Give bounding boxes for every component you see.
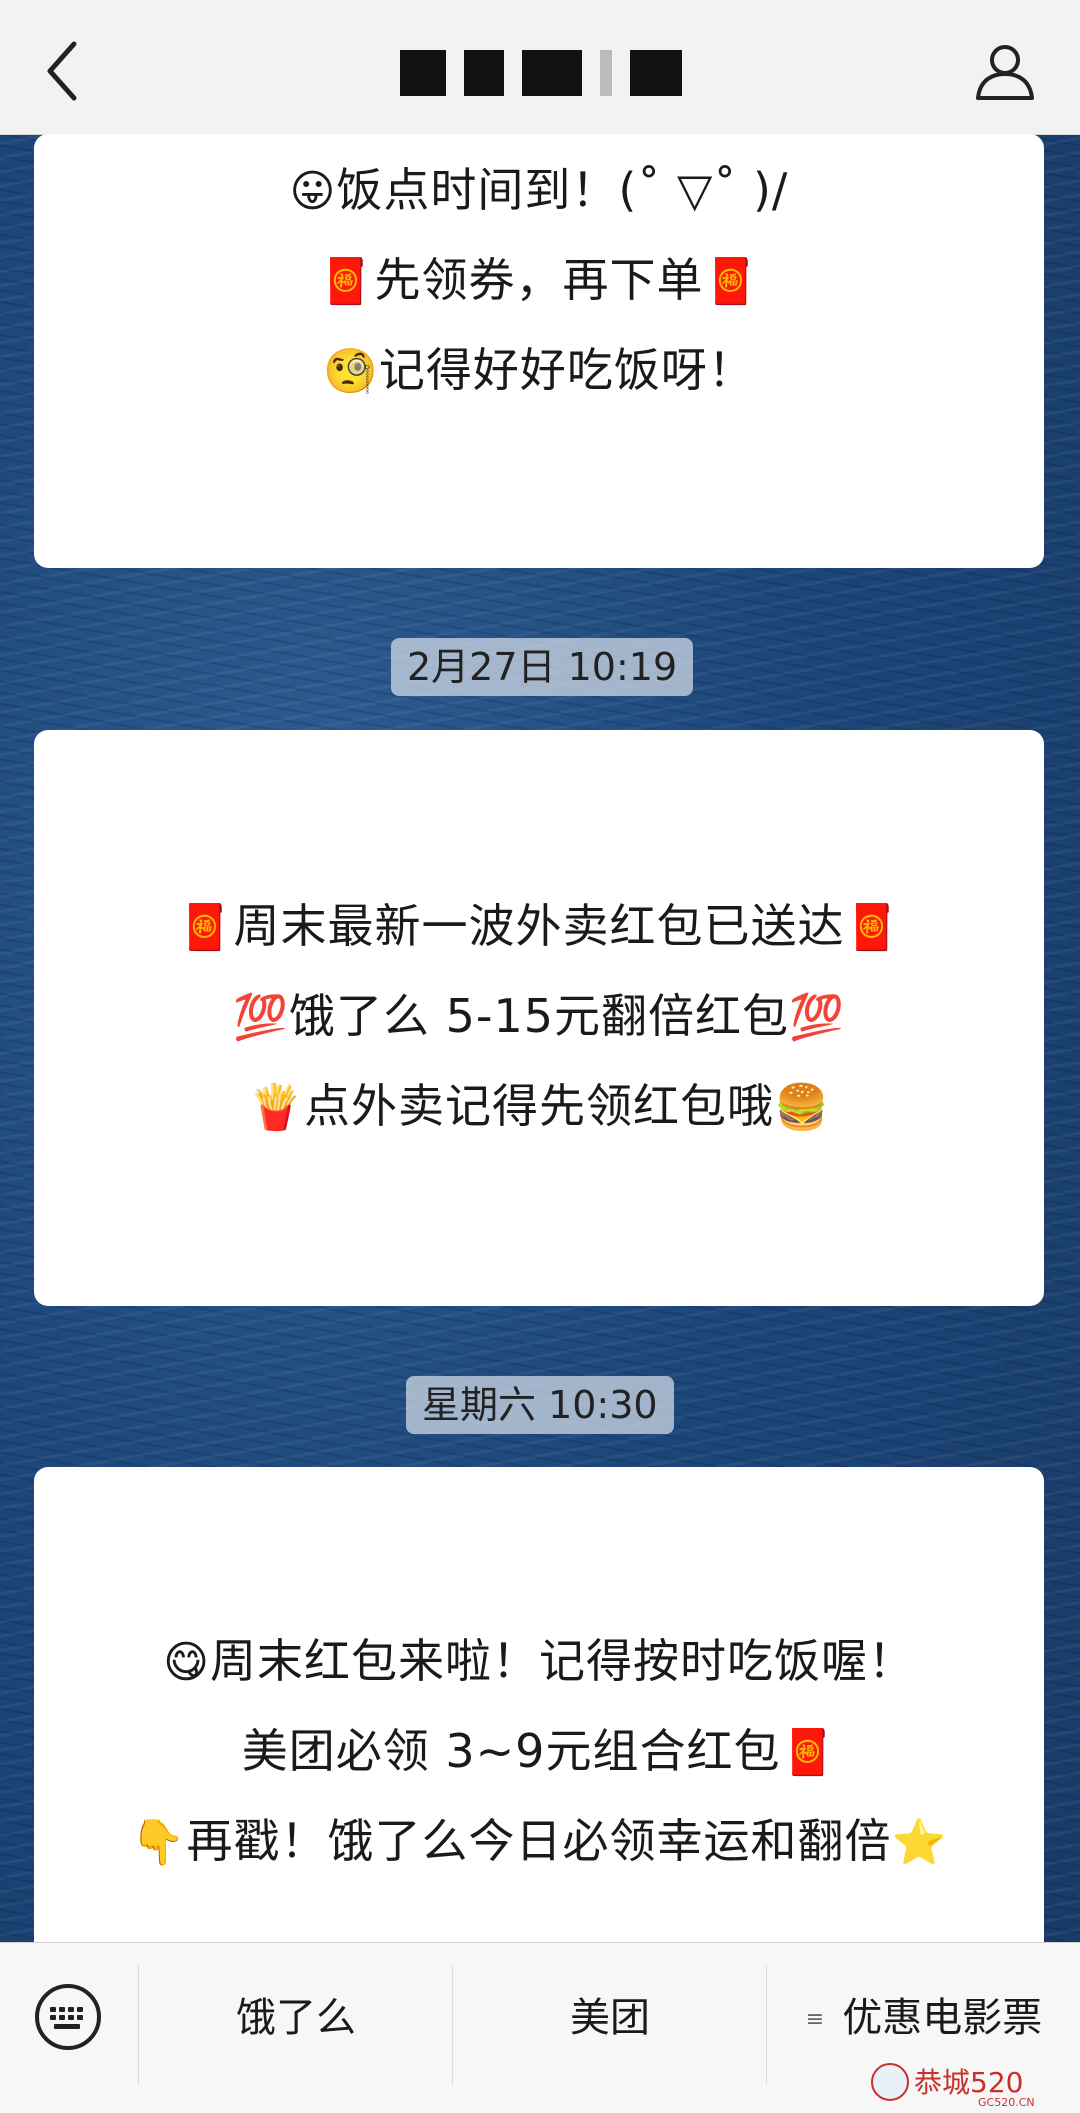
menu-item-eleme[interactable]: 饿了么 bbox=[140, 1983, 452, 2053]
message-line: 👇再戳！饿了么今日必领幸运和翻倍⭐ bbox=[130, 1814, 948, 1868]
watermark-logo: 恭城520 GC520.CN bbox=[868, 2060, 1068, 2109]
burger-icon: 🍔 bbox=[774, 1082, 830, 1133]
message-card[interactable]: 😛饭点时间到！(˚ ▽˚ )/ 🧧先领券，再下单🧧 🧐记得好好吃饭呀！ bbox=[34, 134, 1044, 568]
hundred-points-icon: 💯 bbox=[233, 992, 289, 1043]
menu-divider bbox=[452, 1965, 453, 2085]
message-line: 🍟点外卖记得先领红包哦🍔 bbox=[248, 1079, 830, 1133]
red-envelope-icon: 🧧 bbox=[177, 902, 234, 953]
monocle-face-emoji-icon: 🧐 bbox=[323, 346, 379, 397]
account-title-redacted bbox=[400, 50, 682, 96]
person-icon[interactable] bbox=[974, 40, 1036, 102]
yum-face-emoji-icon: 😋 bbox=[163, 1637, 210, 1688]
menu-item-movie-tickets[interactable]: ≡ 优惠电影票 bbox=[768, 1983, 1080, 2053]
red-envelope-icon: 🧧 bbox=[844, 902, 901, 953]
menu-divider bbox=[766, 1965, 767, 2085]
menu-divider bbox=[138, 1965, 139, 2085]
message-line: 🧧先领券，再下单🧧 bbox=[318, 253, 760, 307]
message-line: 😋周末红包来啦！记得按时吃饭喔！ bbox=[163, 1634, 915, 1688]
message-timestamp: 2月27日 10:19 bbox=[391, 638, 694, 696]
menu-item-meituan[interactable]: 美团 bbox=[454, 1983, 766, 2053]
submenu-icon: ≡ bbox=[805, 2007, 825, 2032]
hundred-points-icon: 💯 bbox=[789, 992, 845, 1043]
message-timestamp: 星期六 10:30 bbox=[406, 1376, 674, 1434]
star-icon: ⭐ bbox=[891, 1817, 948, 1868]
fries-icon: 🍟 bbox=[248, 1082, 304, 1133]
message-line: 🧧周末最新一波外卖红包已送达🧧 bbox=[177, 899, 901, 953]
menu-item-label: 优惠电影票 bbox=[842, 1995, 1043, 2041]
watermark-subtext: GC520.CN bbox=[978, 2096, 1035, 2108]
red-envelope-icon: 🧧 bbox=[703, 256, 760, 307]
point-down-icon: 👇 bbox=[130, 1817, 187, 1868]
message-line: 💯饿了么 5-15元翻倍红包💯 bbox=[233, 989, 845, 1043]
tongue-face-emoji-icon: 😛 bbox=[289, 166, 337, 217]
message-line: 🧐记得好好吃饭呀！ bbox=[323, 343, 755, 397]
red-envelope-icon: 🧧 bbox=[780, 1727, 837, 1778]
keyboard-icon[interactable] bbox=[34, 1983, 102, 2051]
chevron-left-icon[interactable] bbox=[36, 36, 96, 106]
message-card[interactable]: 🧧周末最新一波外卖红包已送达🧧 💯饿了么 5-15元翻倍红包💯 🍟点外卖记得先领… bbox=[34, 730, 1044, 1306]
message-card[interactable]: 😋周末红包来啦！记得按时吃饭喔！ 美团必领 3~9元组合红包🧧 👇再戳！饿了么今… bbox=[34, 1467, 1044, 1967]
red-envelope-icon: 🧧 bbox=[318, 256, 375, 307]
watermark-text: 恭城520 bbox=[914, 2066, 1023, 2099]
message-line: 美团必领 3~9元组合红包🧧 bbox=[241, 1724, 837, 1778]
message-line: 😛饭点时间到！(˚ ▽˚ )/ bbox=[289, 163, 789, 217]
top-nav-bar bbox=[0, 0, 1080, 135]
